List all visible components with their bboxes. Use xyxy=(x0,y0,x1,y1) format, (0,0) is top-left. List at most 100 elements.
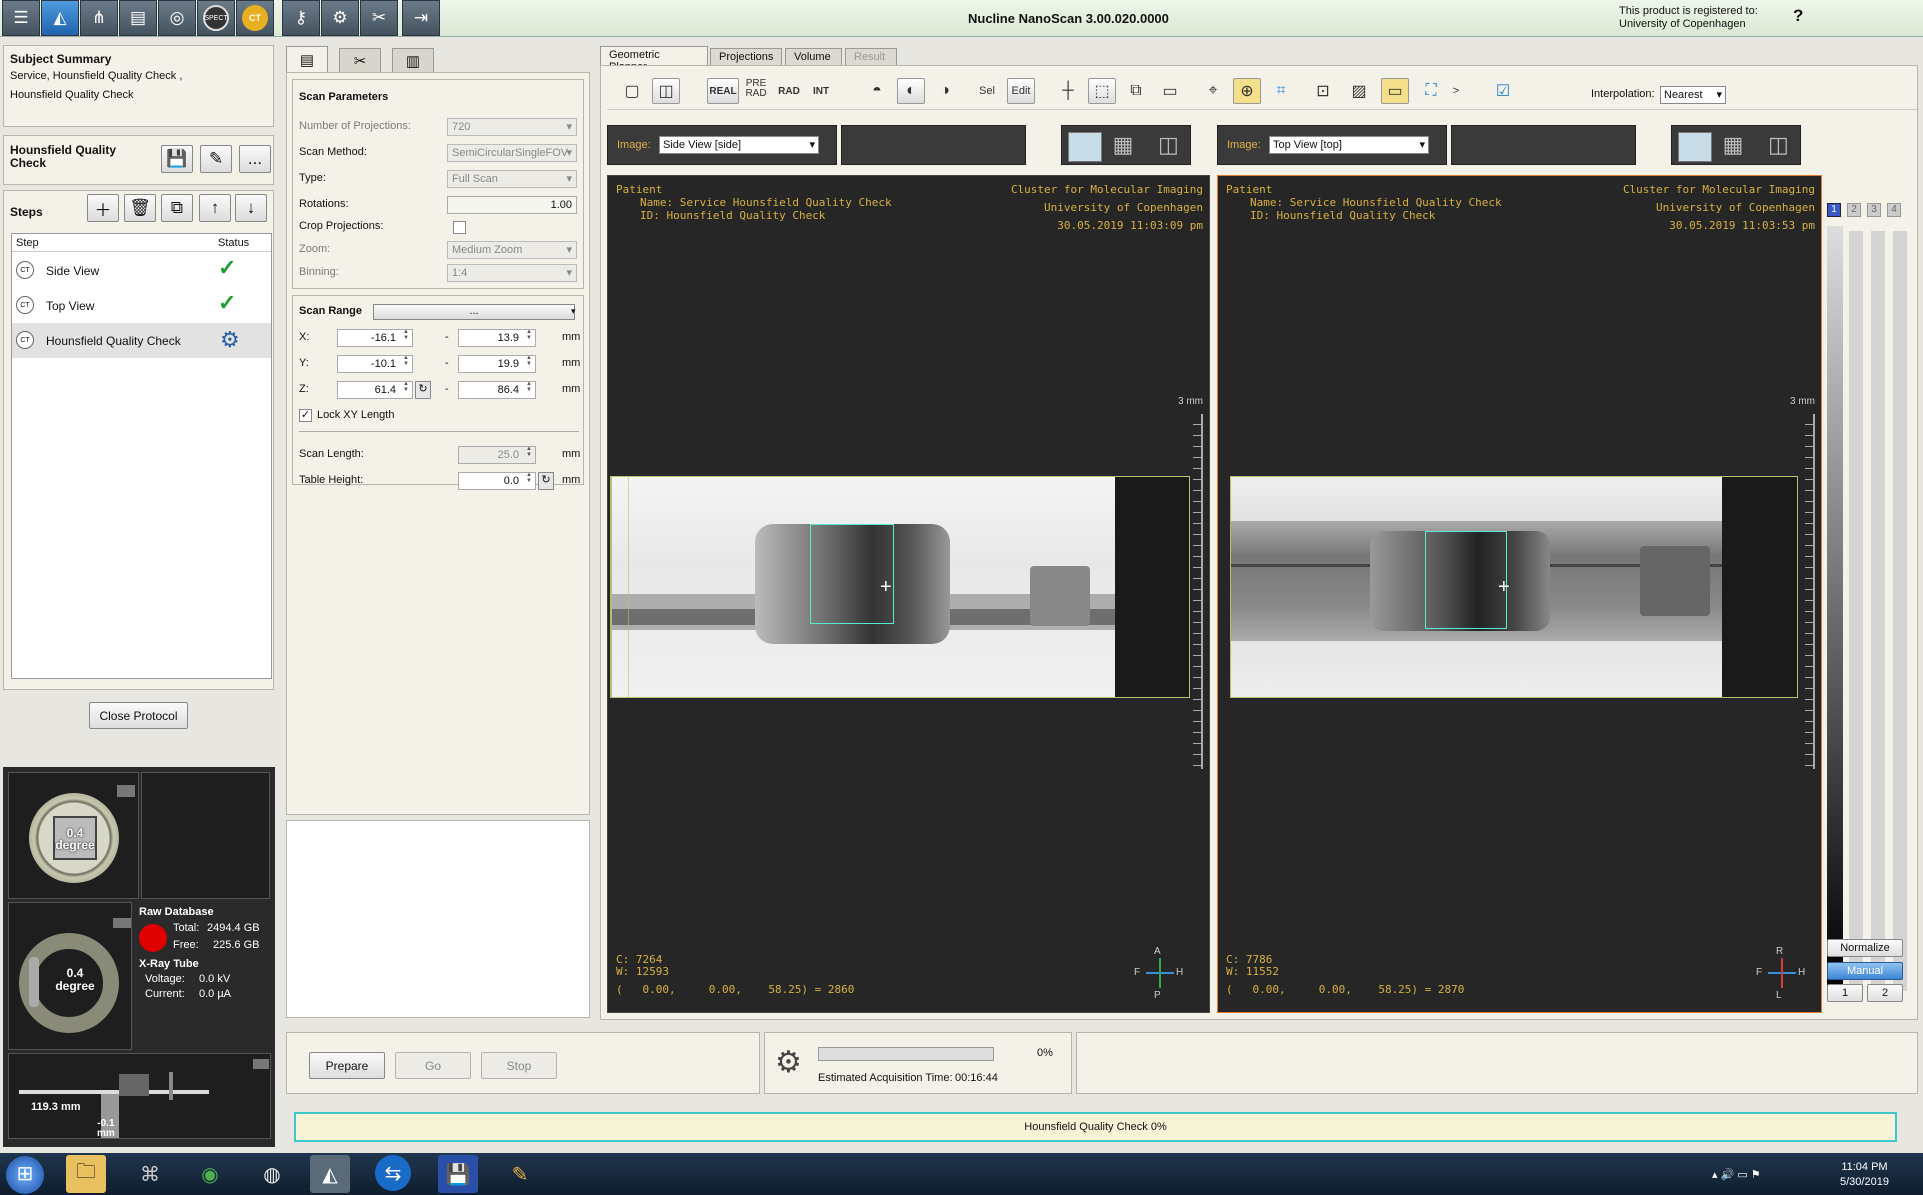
move-step-down-button[interactable]: ↓ xyxy=(235,194,267,222)
copy-step-button[interactable]: ⧉ xyxy=(161,194,193,222)
grid-image-icon[interactable]: ▦ xyxy=(1106,132,1140,162)
step-row-selected[interactable]: CT Hounsfield Quality Check ⚙ xyxy=(12,323,271,358)
save-protocol-button[interactable]: 💾 xyxy=(161,145,193,173)
open-folder-icon[interactable]: ▤ xyxy=(119,0,157,36)
interpolation-select[interactable]: Nearest xyxy=(1660,86,1726,104)
mouse-app-icon[interactable]: ◍ xyxy=(252,1155,292,1193)
step-row[interactable]: CT Top View ✓ xyxy=(12,288,271,323)
overlay-icon[interactable]: ▭ xyxy=(1381,78,1409,104)
viewport-2-image-select[interactable]: Top View [top] xyxy=(1269,136,1429,154)
move-step-up-button[interactable]: ↑ xyxy=(199,194,231,222)
lock-xy-checkbox[interactable]: ✓ xyxy=(299,409,312,422)
x-to-field[interactable]: 13.9 xyxy=(458,329,536,347)
projections-select[interactable]: 720 xyxy=(447,118,577,136)
tab-volume[interactable]: Volume xyxy=(785,48,842,66)
page-button-3[interactable]: 3 xyxy=(1867,203,1881,217)
settings-gear-icon[interactable]: ⚙ xyxy=(321,0,359,36)
single-layout-icon[interactable]: ▢ xyxy=(618,78,646,104)
explorer-icon[interactable]: 🗀 xyxy=(66,1155,106,1193)
spect-icon[interactable]: SPECT xyxy=(197,0,235,36)
zoom-select[interactable]: Medium Zoom xyxy=(447,241,577,259)
crosshair-icon[interactable]: ┼ xyxy=(1054,78,1082,104)
window-level-slider[interactable] xyxy=(1827,226,1843,986)
save-app-icon[interactable]: 💾 xyxy=(438,1155,478,1193)
rotations-field[interactable]: 1.00 xyxy=(447,196,577,214)
start-button-icon[interactable]: ⊞ xyxy=(6,1156,44,1194)
fit-view-icon[interactable]: ⊡ xyxy=(1309,78,1337,104)
teamviewer-icon[interactable]: ⇆ xyxy=(375,1155,411,1191)
protocol-more-button[interactable]: ... xyxy=(239,145,271,173)
tab-parameters[interactable]: ▤ xyxy=(286,46,328,73)
apply-checkbox-icon[interactable]: ☑ xyxy=(1489,78,1517,104)
z-to-field[interactable]: 86.4 xyxy=(458,381,536,399)
center-target-icon[interactable]: ⌖ xyxy=(1199,78,1227,104)
int-mode-button[interactable]: INT xyxy=(807,78,835,104)
preset-1-button[interactable]: 1 xyxy=(1827,984,1863,1002)
z-from-field[interactable]: 61.4 xyxy=(337,381,413,399)
box-select-icon[interactable]: ⬚ xyxy=(1088,78,1116,104)
head-front-icon[interactable]: ◐ xyxy=(897,78,925,104)
close-protocol-button[interactable]: Close Protocol xyxy=(89,702,188,729)
stop-button[interactable]: Stop xyxy=(481,1052,557,1079)
scan-length-field[interactable]: 25.0 xyxy=(458,446,536,464)
tray-icons[interactable]: ▴ 🔊 ▭ ⚑ xyxy=(1712,1168,1761,1181)
ct-ring-icon[interactable]: ◎ xyxy=(158,0,196,36)
page-button-2[interactable]: 2 xyxy=(1847,203,1861,217)
table-height-field[interactable]: 0.0 xyxy=(458,472,536,490)
tab-result[interactable]: Result xyxy=(845,48,897,66)
chrome-icon[interactable]: ◉ xyxy=(190,1155,230,1193)
pre-rad-mode-button[interactable]: PRE RAD xyxy=(742,76,770,102)
tools-icon[interactable]: ✂ xyxy=(360,0,398,36)
go-button[interactable]: Go xyxy=(395,1052,471,1079)
blue-target-icon[interactable]: ⌗ xyxy=(1267,78,1295,104)
animal-bed-icon[interactable]: ◭ xyxy=(41,0,79,36)
nanoscan-app-icon[interactable]: ◭ xyxy=(310,1155,350,1193)
split-image-icon[interactable]: ◫ xyxy=(1158,132,1188,162)
reset-height-icon[interactable]: ↻ xyxy=(538,472,554,490)
head-side-icon[interactable]: ◓ xyxy=(863,78,891,104)
crop-projections-checkbox[interactable] xyxy=(453,221,466,234)
ct-gold-icon[interactable]: CT xyxy=(236,0,274,36)
duplicate-icon[interactable]: ⧉ xyxy=(1122,78,1150,104)
normalize-button[interactable]: Normalize xyxy=(1827,939,1903,957)
select-tool-button[interactable]: Sel xyxy=(973,78,1001,104)
save-as-protocol-button[interactable]: ✎ xyxy=(200,145,232,173)
reset-z-icon[interactable]: ↻ xyxy=(415,381,431,399)
prepare-button[interactable]: Prepare xyxy=(309,1052,385,1079)
edit-tool-button[interactable]: Edit xyxy=(1007,78,1035,104)
grid-image-icon[interactable]: ▦ xyxy=(1716,132,1750,162)
binning-select[interactable]: 1:4 xyxy=(447,264,577,282)
page-button-1[interactable]: 1 xyxy=(1827,203,1841,217)
fullscreen-icon[interactable]: ⛶ xyxy=(1417,78,1445,104)
tab-layout[interactable]: ▥ xyxy=(392,48,434,73)
help-cursor-icon[interactable]: ? xyxy=(1793,6,1803,26)
x-from-field[interactable]: -16.1 xyxy=(337,329,413,347)
highlight-target-icon[interactable]: ⊕ xyxy=(1233,78,1261,104)
preset-2-button[interactable]: 2 xyxy=(1867,984,1903,1002)
viewport-1-image-select[interactable]: Side View [side] xyxy=(659,136,819,154)
add-step-button[interactable]: ＋ xyxy=(87,194,119,222)
protocol-list-icon[interactable]: ☰ xyxy=(2,0,40,36)
viewport-top[interactable]: Patient Name: Service Hounsfield Quality… xyxy=(1217,175,1822,1013)
tab-geometric-planner[interactable]: Geometric Planner xyxy=(600,46,708,73)
ruler-icon[interactable]: ▭ xyxy=(1156,78,1184,104)
type-select[interactable]: Full Scan xyxy=(447,170,577,188)
tab-tools[interactable]: ✂ xyxy=(339,48,381,73)
page-button-4[interactable]: 4 xyxy=(1887,203,1901,217)
paint-icon[interactable]: ✎ xyxy=(500,1155,540,1193)
image-icon[interactable]: ▨ xyxy=(1345,78,1373,104)
tab-projections[interactable]: Projections xyxy=(710,48,782,66)
step-row[interactable]: CT Side View ✓ xyxy=(12,253,271,288)
scan-method-select[interactable]: SemiCircularSingleFOV xyxy=(447,144,577,162)
taskbar-clock[interactable]: 11:04 PM 5/30/2019 xyxy=(1840,1160,1889,1190)
viewport-side[interactable]: Patient Name: Service Hounsfield Quality… xyxy=(607,175,1210,1013)
hierarchy-icon[interactable]: ⋔ xyxy=(80,0,118,36)
single-image-icon[interactable] xyxy=(1678,132,1712,162)
more-tools-button[interactable]: > xyxy=(1449,78,1463,104)
manual-button[interactable]: Manual xyxy=(1827,962,1903,980)
exit-icon[interactable]: ⇥ xyxy=(402,0,440,36)
scan-range-combo[interactable]: ... xyxy=(373,304,575,320)
y-from-field[interactable]: -10.1 xyxy=(337,355,413,373)
y-to-field[interactable]: 19.9 xyxy=(458,355,536,373)
delete-step-button[interactable]: 🗑 xyxy=(124,194,156,222)
